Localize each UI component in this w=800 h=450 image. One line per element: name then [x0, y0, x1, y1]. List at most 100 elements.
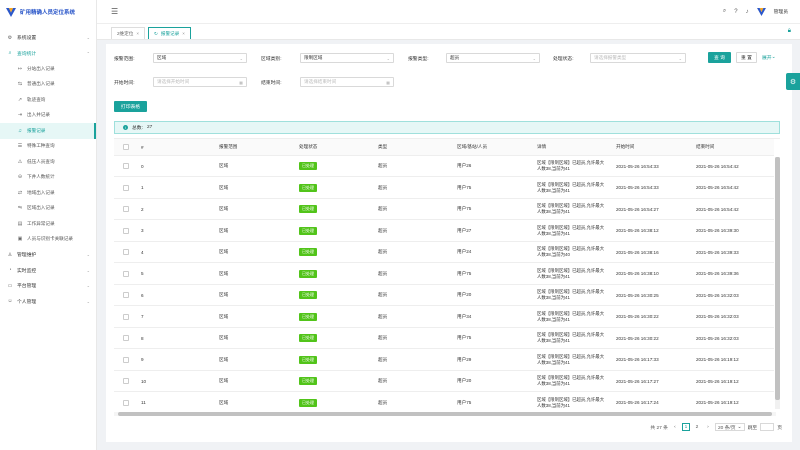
- table-row[interactable]: 4 区域 已处理 超员 用户24 区域【限制区域】已超员,允许最大人数38,当前为40 20…: [114, 242, 774, 263]
- vertical-scrollbar[interactable]: [775, 157, 780, 409]
- table-cell: 0: [141, 156, 144, 176]
- table-cell: 2021-05-26 16:19:12: [696, 371, 739, 391]
- table-cell: 2021-05-26 16:30:22: [616, 328, 659, 348]
- sidebar-item-maintenance[interactable]: ♙ 管理维护 ⌄: [0, 247, 96, 263]
- chevron-down-icon: ⌄: [86, 283, 90, 289]
- close-icon[interactable]: ×: [136, 31, 139, 36]
- cell-idx: 11: [141, 400, 146, 405]
- select-placeholder: 请选择报警类型: [594, 55, 627, 60]
- horizontal-scrollbar[interactable]: [114, 412, 776, 416]
- tab-alarm-records[interactable]: ↻ 报警记录 ×: [147, 27, 191, 39]
- scrollbar-thumb[interactable]: [775, 157, 780, 400]
- close-icon[interactable]: ×: [182, 31, 185, 36]
- table-cell: 区域: [219, 221, 228, 241]
- table-row[interactable]: 1 区域 已处理 超员 用户75 区域【限制区域】已超员,允许最大人数38,当前为41 20…: [114, 178, 774, 199]
- tab-2d-location[interactable]: 2维定位 ×: [111, 27, 145, 39]
- table-cell: 3: [141, 221, 144, 241]
- start-time-picker[interactable]: 请选择开始时间 ▦: [153, 77, 247, 87]
- sidebar-subitem-work-abnormal[interactable]: ▤ 工作异常记录: [0, 216, 96, 232]
- table-cell: 超员: [378, 242, 387, 262]
- row-checkbox[interactable]: [123, 393, 129, 413]
- notification-bell-icon[interactable]: ♪: [746, 9, 749, 15]
- next-page-button[interactable]: ›: [704, 423, 712, 431]
- page-size-select[interactable]: 20 条/页 ⌄: [714, 423, 745, 431]
- row-checkbox[interactable]: [123, 264, 129, 284]
- settings-gear-icon[interactable]: ⚙: [786, 73, 800, 90]
- help-icon[interactable]: ?: [734, 9, 737, 15]
- page-button[interactable]: 2: [693, 423, 701, 431]
- reset-button[interactable]: 重 置: [736, 52, 757, 63]
- table-row[interactable]: 3 区域 已处理 超员 用户27 区域【限制区域】已超员,允许最大人数38,当前为41 20…: [114, 221, 774, 242]
- end-time-picker[interactable]: 请选择结束时间 ▦: [300, 77, 394, 87]
- sidebar-item-label: 低压人员查询: [27, 158, 55, 164]
- alarm-range-select[interactable]: 区域 ⌄: [153, 53, 247, 63]
- table-row[interactable]: 7 区域 已处理 超员 用户34 区域【限制区域】已超员,允许最大人数38,当前为41 20…: [114, 307, 774, 328]
- row-checkbox[interactable]: [123, 199, 129, 219]
- table-row[interactable]: 10 区域 已处理 超员 用户20 区域【限制区域】已超员,允许最大人数38,当前为41 2…: [114, 371, 774, 392]
- row-checkbox[interactable]: [123, 221, 129, 241]
- table-row[interactable]: 9 区域 已处理 超员 用户29 区域【限制区域】已超员,允许最大人数38,当前为41 20…: [114, 350, 774, 371]
- expand-toggle[interactable]: 展开 ⌄: [762, 54, 776, 61]
- table-cell: 用户20: [457, 285, 471, 305]
- page-button[interactable]: 1: [681, 423, 690, 431]
- row-checkbox[interactable]: [123, 350, 129, 370]
- row-checkbox[interactable]: [123, 328, 129, 348]
- chevron-down-icon: ⌄: [86, 252, 90, 258]
- status-badge: 已处理: [299, 398, 317, 407]
- cell-end: 2021-05-26 16:54:42: [696, 185, 739, 190]
- row-checkbox[interactable]: [123, 156, 129, 176]
- cell-idx: 6: [141, 292, 144, 298]
- table-row[interactable]: 5 区域 已处理 超员 用户75 区域【限制区域】已超员,允许最大人数38,当前为41 20…: [114, 264, 774, 285]
- cell-end: 2021-05-26 16:39:30: [696, 228, 739, 233]
- user-name[interactable]: 管理员: [774, 8, 788, 15]
- sidebar-subitem-special-workers[interactable]: ☰ 特殊工种查询: [0, 139, 96, 155]
- table-cell: 2021-05-26 16:17:24: [616, 393, 659, 413]
- alarm-type-select[interactable]: 超员 ⌄: [446, 53, 540, 63]
- sidebar-item-platform-management[interactable]: ▭ 平台管理 ⌄: [0, 278, 96, 294]
- sidebar-item-system-settings[interactable]: ⚙ 系统设置 ⌄: [0, 30, 96, 46]
- cell-idx: 9: [141, 357, 144, 362]
- table-row[interactable]: 11 区域 已处理 超员 用户75 区域【限制区域】已超员,允许最大人数38,当前为41 2…: [114, 393, 774, 414]
- jump-page-input[interactable]: [760, 423, 775, 431]
- query-button[interactable]: 查 询: [708, 52, 731, 63]
- print-table-button[interactable]: 打印表格: [114, 101, 147, 112]
- row-checkbox[interactable]: [123, 285, 129, 305]
- table-row[interactable]: 6 区域 已处理 超员 用户20 区域【限制区域】已超员,允许最大人数38,当前为41 20…: [114, 285, 774, 306]
- table-row[interactable]: 8 区域 已处理 超员 用户75 区域【限制区域】已超员,允许最大人数38,当前为41 20…: [114, 328, 774, 349]
- sidebar-subitem-well-records[interactable]: ⇥ 出入井记录: [0, 108, 96, 124]
- sidebar-subitem-region-records[interactable]: ⇄ 地域出入记录: [0, 185, 96, 201]
- sidebar-subitem-normal-records[interactable]: ⇆ 普通出入记录: [0, 77, 96, 93]
- table-cell: 4: [141, 242, 144, 262]
- table-cell: 2021-05-26 16:30:25: [616, 285, 659, 305]
- refresh-icon[interactable]: ↻: [154, 31, 158, 37]
- row-checkbox[interactable]: [123, 242, 129, 262]
- tab-label: 报警记录: [160, 30, 180, 36]
- sidebar-item-realtime-monitor[interactable]: ◔ 实时监控 ⌄: [0, 263, 96, 279]
- sidebar-subitem-station-records[interactable]: ↦ 分站出入记录: [0, 61, 96, 77]
- search-icon[interactable]: ⌕: [723, 8, 726, 15]
- menu-toggle-icon[interactable]: ☰: [111, 7, 118, 16]
- sidebar-subitem-low-voltage[interactable]: ⚠ 低压人员查询: [0, 154, 96, 170]
- sidebar-item-personal-management[interactable]: ☺ 个人管理 ⌄: [0, 294, 96, 310]
- select-all-checkbox[interactable]: [123, 139, 129, 155]
- row-checkbox[interactable]: [123, 307, 129, 327]
- user-icon: ♙: [7, 251, 13, 258]
- table-row[interactable]: 0 区域 已处理 超员 用户26 区域【限制区域】已超员,允许最大人数38,当前为41 20…: [114, 156, 774, 177]
- sidebar-subitem-downhole-count[interactable]: ⊖ 下井人数统计: [0, 170, 96, 186]
- status-select[interactable]: 请选择报警类型 ⌄: [590, 53, 686, 63]
- area-category-select[interactable]: 限制区域 ⌄: [300, 53, 394, 63]
- sidebar-subitem-area-records[interactable]: ⇋ 区域出入记录: [0, 201, 96, 217]
- scrollbar-thumb[interactable]: [118, 412, 772, 416]
- sidebar-item-label: 特殊工种查询: [27, 143, 55, 149]
- avatar[interactable]: [756, 7, 766, 16]
- row-checkbox[interactable]: [123, 178, 129, 198]
- sidebar-subitem-alarm-records[interactable]: ♫ 报警记录: [0, 123, 96, 139]
- lock-icon[interactable]: 🔒︎: [788, 28, 791, 35]
- prev-page-button[interactable]: ‹: [671, 423, 679, 431]
- sidebar-subitem-card-association[interactable]: ▣ 人员与识别卡关联记录: [0, 232, 96, 248]
- sidebar-subitem-track-query[interactable]: ↗ 轨迹查询: [0, 92, 96, 108]
- row-checkbox[interactable]: [123, 371, 129, 391]
- table-row[interactable]: 2 区域 已处理 超员 用户75 区域【限制区域】已超员,允许最大人数38,当前为41 20…: [114, 199, 774, 220]
- sidebar-item-query-stats[interactable]: ⌕ 查询统计 ⌃: [0, 46, 96, 62]
- cell-start: 2021-05-26 16:54:27: [616, 206, 659, 212]
